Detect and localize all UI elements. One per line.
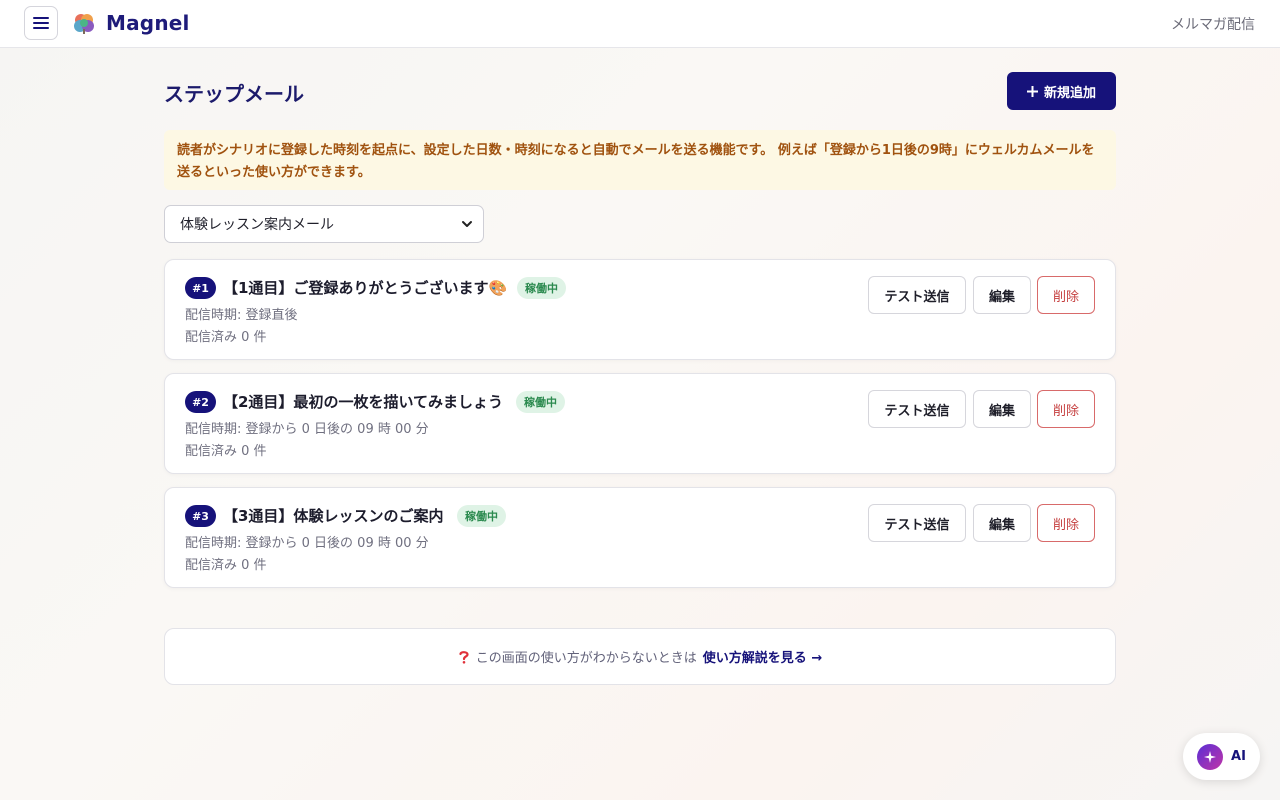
test-send-button[interactable]: テスト送信 <box>868 276 966 314</box>
question-mark-icon <box>459 650 469 664</box>
delete-button[interactable]: 削除 <box>1037 504 1095 542</box>
scenario-select[interactable]: 体験レッスン案内メール <box>164 205 484 243</box>
nav-newsletter-link[interactable]: メルマガ配信 <box>1171 14 1255 34</box>
hamburger-menu-button[interactable] <box>24 6 58 40</box>
brain-logo-icon <box>74 14 94 34</box>
step-title: 【2通目】最初の一枚を描いてみましょう <box>223 393 503 411</box>
help-banner: この画面の使い方がわからないときは 使い方解説を見る → <box>164 628 1116 685</box>
page-title: ステップメール <box>164 82 304 106</box>
step-timing: 配信時期: 登録から 0 日後の 09 時 00 分 <box>185 422 429 437</box>
step-card: #1 【1通目】ご登録ありがとうございます🎨 稼働中 配信時期: 登録直後 配信… <box>164 259 1116 360</box>
ai-assistant-button[interactable]: AI <box>1183 733 1260 780</box>
add-new-button[interactable]: 新規追加 <box>1007 72 1116 110</box>
chevron-down-icon <box>462 221 472 227</box>
delete-button[interactable]: 削除 <box>1037 276 1095 314</box>
add-new-label: 新規追加 <box>1043 85 1096 101</box>
scenario-select-value: 体験レッスン案内メール <box>180 217 334 233</box>
step-sent-count: 配信済み 0 件 <box>185 558 267 573</box>
step-card: #2 【2通目】最初の一枚を描いてみましょう 稼働中 配信時期: 登録から 0 … <box>164 373 1116 474</box>
plus-icon <box>1026 85 1038 97</box>
status-badge: 稼働中 <box>457 505 506 527</box>
step-title: 【1通目】ご登録ありがとうございます🎨 <box>223 279 508 297</box>
hamburger-icon <box>33 17 49 29</box>
status-badge: 稼働中 <box>516 391 565 413</box>
help-text: この画面の使い方がわからないときは <box>475 651 697 666</box>
ai-button-label: AI <box>1231 749 1246 764</box>
test-send-button[interactable]: テスト送信 <box>868 390 966 428</box>
edit-button[interactable]: 編集 <box>973 390 1031 428</box>
step-number-badge: #1 <box>185 277 216 299</box>
help-guide-link[interactable]: 使い方解説を見る → <box>703 647 822 666</box>
step-timing: 配信時期: 登録直後 <box>185 308 298 323</box>
step-card: #3 【3通目】体験レッスンのご案内 稼働中 配信時期: 登録から 0 日後の … <box>164 487 1116 588</box>
step-sent-count: 配信済み 0 件 <box>185 444 267 459</box>
status-badge: 稼働中 <box>517 277 566 299</box>
step-number-badge: #2 <box>185 391 216 413</box>
edit-button[interactable]: 編集 <box>973 276 1031 314</box>
step-sent-count: 配信済み 0 件 <box>185 330 267 345</box>
app-name: Magnel <box>106 11 190 35</box>
info-notice: 読者がシナリオに登録した時刻を起点に、設定した日数・時刻になると自動でメールを送… <box>164 130 1116 190</box>
sparkle-icon <box>1197 743 1224 770</box>
test-send-button[interactable]: テスト送信 <box>868 504 966 542</box>
step-number-badge: #3 <box>185 505 216 527</box>
edit-button[interactable]: 編集 <box>973 504 1031 542</box>
top-bar: Magnel メルマガ配信 <box>0 0 1280 48</box>
step-timing: 配信時期: 登録から 0 日後の 09 時 00 分 <box>185 536 429 551</box>
delete-button[interactable]: 削除 <box>1037 390 1095 428</box>
step-title: 【3通目】体験レッスンのご案内 <box>223 507 444 525</box>
app-logo[interactable]: Magnel <box>72 11 190 35</box>
